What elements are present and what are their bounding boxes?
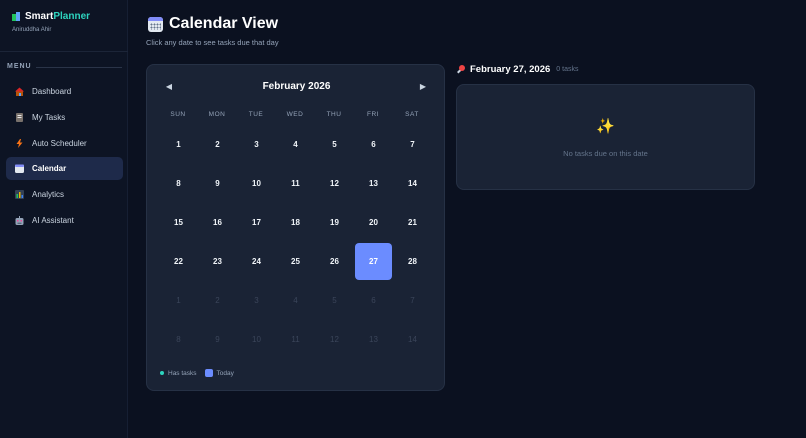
calendar-day[interactable]: 24 <box>238 243 275 280</box>
calendar-day[interactable]: 9 <box>199 321 236 358</box>
calendar-day[interactable]: 22 <box>160 243 197 280</box>
calendar-day[interactable]: 13 <box>355 165 392 202</box>
selected-date-header: February 27, 2026 0 tasks <box>456 64 578 75</box>
sidebar-item-my-tasks[interactable]: My Tasks <box>6 106 123 129</box>
sidebar-item-ai-assistant[interactable]: AI Assistant <box>6 209 123 232</box>
tasks-panel: ✨ No tasks due on this date <box>456 84 755 190</box>
lightning-icon <box>15 139 24 148</box>
calendar-day[interactable]: 26 <box>316 243 353 280</box>
pushpin-icon <box>456 64 466 75</box>
calendar-day[interactable]: 12 <box>316 321 353 358</box>
page-title: Calendar View <box>148 15 278 33</box>
brand-logo[interactable]: Smart Planner <box>12 11 90 22</box>
weekday-header: MON <box>208 111 226 118</box>
calendar-day[interactable]: 14 <box>394 321 431 358</box>
calendar-day[interactable]: 2 <box>199 126 236 163</box>
month-title: February 2026 <box>262 81 331 92</box>
calendar-day[interactable]: 18 <box>277 204 314 241</box>
brand-name-part2: Planner <box>53 11 91 22</box>
calendar-day[interactable]: 8 <box>160 165 197 202</box>
calendar-day[interactable]: 7 <box>394 126 431 163</box>
calendar-day[interactable]: 21 <box>394 204 431 241</box>
empty-state-text: No tasks due on this date <box>563 149 648 158</box>
calendar-day[interactable]: 3 <box>238 282 275 319</box>
legend-has-tasks: Has tasks <box>160 370 197 377</box>
sidebar-item-label: My Tasks <box>32 113 66 122</box>
page-title-text: Calendar View <box>169 15 279 32</box>
legend-today-label: Today <box>216 369 234 377</box>
legend-today: Today <box>204 369 234 377</box>
calendar-day[interactable]: 11 <box>277 165 314 202</box>
has-tasks-dot-icon <box>160 371 164 375</box>
sidebar-item-calendar[interactable]: Calendar <box>6 157 123 180</box>
calendar-day[interactable]: 11 <box>277 321 314 358</box>
calendar-day[interactable]: 25 <box>277 243 314 280</box>
sidebar-item-label: Calendar <box>32 164 67 173</box>
calendar-legend: Has tasks Today <box>160 369 234 377</box>
calendar-day[interactable]: 10 <box>238 321 275 358</box>
selected-date: February 27, 2026 <box>470 64 551 75</box>
calendar-day[interactable]: 9 <box>199 165 236 202</box>
calendar-day-today[interactable]: 27 <box>355 243 392 280</box>
calendar-day[interactable]: 19 <box>316 204 353 241</box>
calendar-day[interactable]: 13 <box>355 321 392 358</box>
calendar-day[interactable]: 5 <box>316 126 353 163</box>
menu-section-label: MENU <box>7 63 32 70</box>
calendar-day[interactable]: 7 <box>394 282 431 319</box>
calendar-day[interactable]: 16 <box>199 204 236 241</box>
calendar-day[interactable]: 23 <box>199 243 236 280</box>
calendar-day[interactable]: 20 <box>355 204 392 241</box>
house-icon <box>15 87 24 96</box>
brand-name-part1: Smart <box>25 11 54 22</box>
bar-chart-icon <box>15 190 24 199</box>
weekday-header: SUN <box>170 111 186 118</box>
weekday-header: WED <box>286 111 304 118</box>
calendar-day[interactable]: 8 <box>160 321 197 358</box>
legend-has-tasks-label: Has tasks <box>168 369 197 377</box>
calendar-day[interactable]: 12 <box>316 165 353 202</box>
robot-icon <box>15 216 24 225</box>
books-icon <box>12 12 21 21</box>
calendar-day[interactable]: 4 <box>277 282 314 319</box>
sidebar-item-dashboard[interactable]: Dashboard <box>6 80 123 103</box>
sidebar-item-label: Auto Scheduler <box>32 139 87 148</box>
calendar-card: ◀ February 2026 ▶ SUN MON TUE WED THU FR… <box>146 64 445 391</box>
selected-task-count: 0 tasks <box>556 66 579 73</box>
next-month-button[interactable]: ▶ <box>417 82 429 91</box>
calendar-day[interactable]: 4 <box>277 126 314 163</box>
sidebar-item-label: AI Assistant <box>32 216 74 225</box>
user-name: Aniruddha Ahir <box>12 27 52 33</box>
page-subtitle: Click any date to see tasks due that day <box>146 38 279 47</box>
sidebar-item-label: Dashboard <box>32 87 72 96</box>
calendar-day[interactable]: 14 <box>394 165 431 202</box>
weekday-header: TUE <box>248 111 264 118</box>
sidebar-divider <box>0 51 128 52</box>
calendar-icon <box>15 164 24 173</box>
calendar-icon <box>148 16 163 32</box>
calendar-day[interactable]: 1 <box>160 282 197 319</box>
calendar-day[interactable]: 5 <box>316 282 353 319</box>
weekday-header: THU <box>326 111 342 118</box>
notebook-icon <box>15 113 24 122</box>
sidebar-item-label: Analytics <box>32 190 65 199</box>
menu-divider <box>36 67 122 68</box>
weekday-header: FRI <box>367 111 379 118</box>
sidebar-item-analytics[interactable]: Analytics <box>6 183 123 206</box>
sparkles-icon: ✨ <box>596 118 615 135</box>
calendar-day[interactable]: 1 <box>160 126 197 163</box>
calendar-day[interactable]: 6 <box>355 282 392 319</box>
sidebar: Smart Planner Aniruddha Ahir MENU Dashboa… <box>0 0 128 438</box>
calendar-day[interactable]: 28 <box>394 243 431 280</box>
calendar-day[interactable]: 6 <box>355 126 392 163</box>
weekday-header: SAT <box>405 111 419 118</box>
calendar-day[interactable]: 2 <box>199 282 236 319</box>
calendar-day[interactable]: 3 <box>238 126 275 163</box>
today-square-icon <box>204 369 213 377</box>
calendar-day[interactable]: 17 <box>238 204 275 241</box>
calendar-day[interactable]: 15 <box>160 204 197 241</box>
sidebar-item-auto-scheduler[interactable]: Auto Scheduler <box>6 132 123 155</box>
calendar-day[interactable]: 10 <box>238 165 275 202</box>
